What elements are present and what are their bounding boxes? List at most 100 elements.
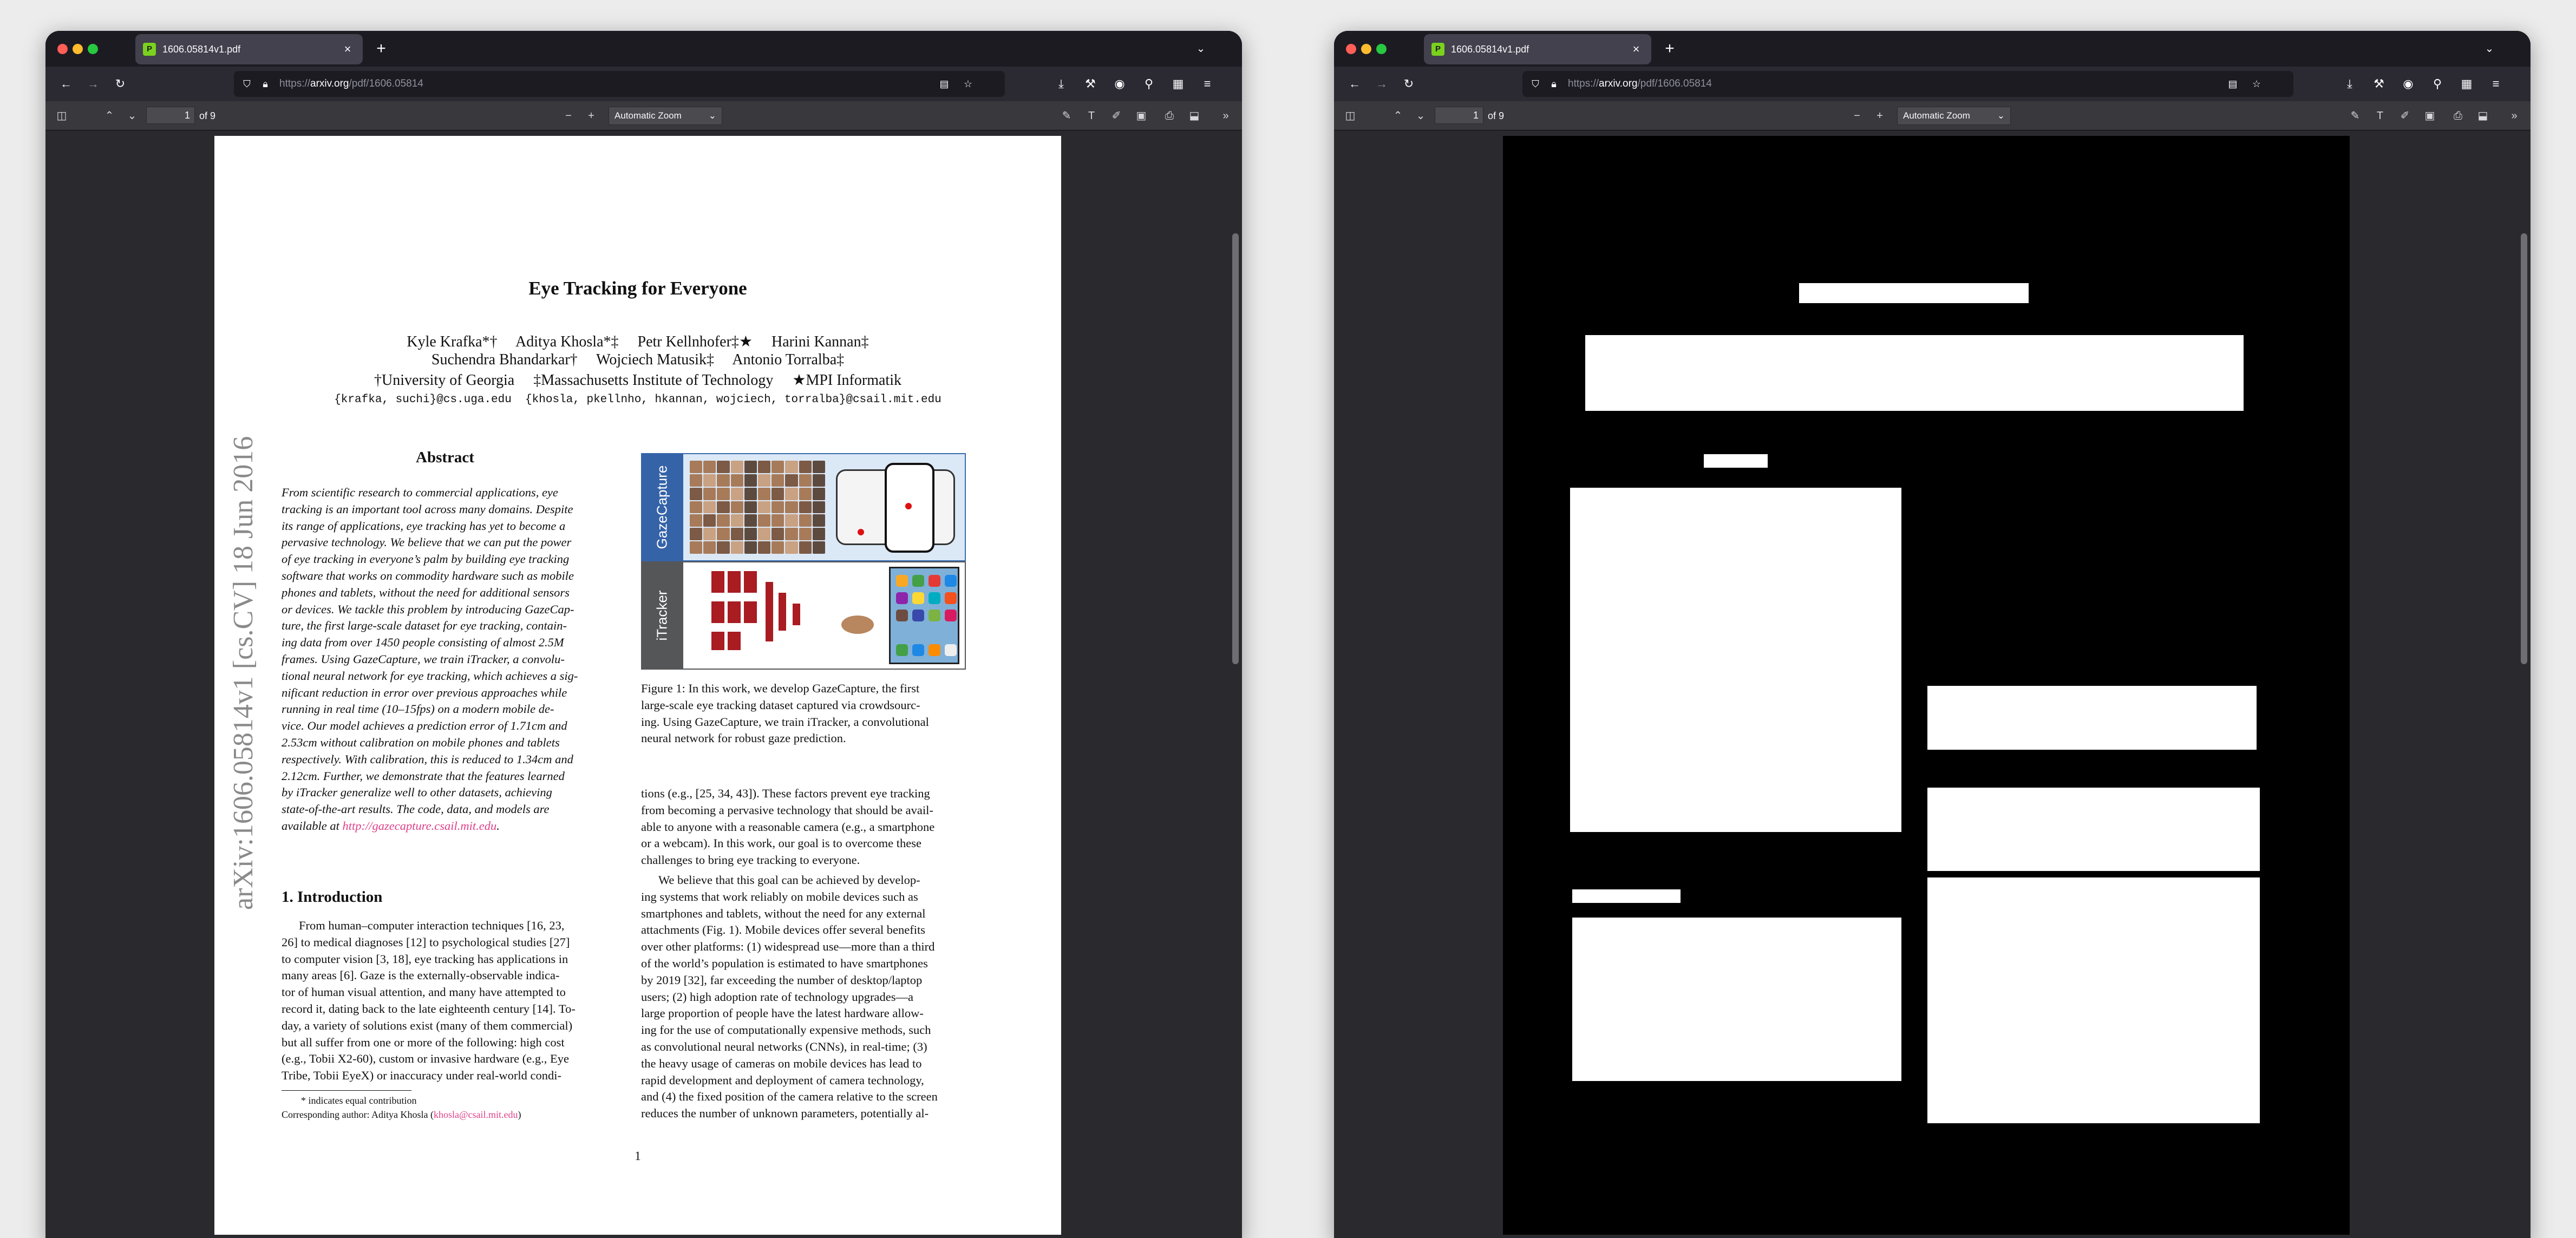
close-window-button[interactable]	[57, 44, 68, 54]
new-tab-button[interactable]: +	[372, 40, 390, 57]
more-tools-icon[interactable]: »	[1217, 107, 1234, 125]
url-bar[interactable]: ⛉ 🔒︎ https://arxiv.org/pdf/1606.05814 ▤ …	[1522, 71, 2293, 97]
zoom-select[interactable]: Automatic Zoom ⌄	[1897, 107, 2011, 125]
zoom-in-button[interactable]: +	[1871, 107, 1888, 125]
tab-list-chevron-icon[interactable]: ⌄	[1192, 40, 1209, 57]
network-diagram-image	[711, 571, 820, 663]
url-text[interactable]: https://arxiv.org/pdf/1606.05814	[279, 71, 423, 97]
lock-icon[interactable]: 🔒︎	[1547, 77, 1560, 90]
text-tool-icon[interactable]: T	[2371, 107, 2389, 125]
caption-line: large-scale eye tracking dataset capture…	[641, 698, 920, 712]
minimize-window-button[interactable]	[73, 44, 83, 54]
more-tools-icon[interactable]: »	[2506, 107, 2523, 125]
gazecapture-link[interactable]: http://gazecapture.csail.mit.edu	[342, 819, 496, 833]
extensions-icon[interactable]: ⚲	[1140, 75, 1158, 93]
back-arrow-icon[interactable]: ←	[1346, 75, 1363, 93]
zoom-out-button[interactable]: −	[1848, 107, 1866, 125]
new-tab-button[interactable]: +	[1661, 40, 1678, 57]
draw-tool-icon[interactable]: ✐	[2396, 107, 2414, 125]
tab-list-chevron-icon[interactable]: ⌄	[2481, 40, 2498, 57]
body-line: by 2019 [32], far exceeding the number o…	[641, 973, 923, 987]
downloads-icon[interactable]: ⤓	[2341, 75, 2358, 93]
bookmark-star-icon[interactable]: ☆	[962, 77, 975, 90]
previous-page-icon[interactable]: ⌃	[101, 107, 118, 125]
next-page-icon[interactable]: ⌄	[123, 107, 141, 125]
image-tool-icon[interactable]: ▣	[1133, 107, 1150, 125]
downloads-icon[interactable]: ⤓	[1052, 75, 1070, 93]
body-line: of the world’s population is estimated t…	[641, 956, 928, 970]
face-thumbnail	[758, 461, 771, 473]
browser-tab[interactable]: P 1606.05814v1.pdf ×	[135, 34, 363, 64]
sidebar-toggle-icon[interactable]: ◫	[53, 107, 70, 125]
tools-icon[interactable]: ⚒	[2370, 75, 2388, 93]
browser-tab[interactable]: P 1606.05814v1.pdf ×	[1424, 34, 1651, 64]
previous-page-icon[interactable]: ⌃	[1389, 107, 1407, 125]
zoom-select[interactable]: Automatic Zoom ⌄	[609, 107, 722, 125]
sidebar-toggle-icon[interactable]: ◫	[1342, 107, 1359, 125]
zoom-out-button[interactable]: −	[560, 107, 577, 125]
app-icon	[912, 575, 924, 587]
maximize-window-button[interactable]	[1376, 44, 1387, 54]
next-page-icon[interactable]: ⌄	[1412, 107, 1429, 125]
maximize-window-button[interactable]	[88, 44, 98, 54]
forward-arrow-icon[interactable]: →	[84, 75, 102, 93]
body-line: and (4) the fixed position of the camera…	[641, 1090, 938, 1104]
network-block	[728, 601, 741, 623]
footnote-suffix: )	[518, 1109, 521, 1120]
url-text[interactable]: https://arxiv.org/pdf/1606.05814	[1568, 71, 1712, 97]
face-thumbnail	[785, 501, 798, 514]
apps-grid-icon[interactable]: ▦	[1169, 75, 1187, 93]
body-line: ing for the use of computationally expen…	[641, 1023, 931, 1037]
url-bar[interactable]: ⛉ 🔒︎ https://arxiv.org/pdf/1606.05814 ▤ …	[234, 71, 1005, 97]
face-thumbnail	[690, 514, 703, 527]
reload-icon[interactable]: ↻	[112, 75, 129, 93]
face-thumbnail	[812, 474, 825, 487]
reload-icon[interactable]: ↻	[1400, 75, 1417, 93]
abstract-line: of eye tracking in everyone’s palm by bu…	[282, 552, 570, 566]
reader-view-icon[interactable]: ▤	[938, 77, 951, 90]
forward-arrow-icon[interactable]: →	[1373, 75, 1390, 93]
print-icon[interactable]: ⎙	[1161, 107, 1178, 125]
bookmark-star-icon[interactable]: ☆	[2250, 77, 2263, 90]
highlight-pen-icon[interactable]: ✎	[2346, 107, 2364, 125]
back-arrow-icon[interactable]: ←	[57, 75, 75, 93]
save-icon[interactable]: ⬓	[2474, 107, 2492, 125]
url-prefix: https://	[279, 78, 311, 89]
face-thumbnail	[799, 474, 812, 487]
tools-icon[interactable]: ⚒	[1082, 75, 1099, 93]
menu-icon[interactable]: ≡	[2487, 75, 2505, 93]
abstract-line: phones and tablets, without the need for…	[282, 585, 570, 599]
face-thumbnail	[812, 501, 825, 514]
pdf-viewer[interactable]	[1334, 130, 2531, 1238]
highlight-pen-icon[interactable]: ✎	[1058, 107, 1075, 125]
save-icon[interactable]: ⬓	[1186, 107, 1203, 125]
pdf-viewer[interactable]: Eye Tracking for Everyone Kyle Krafka*† …	[45, 130, 1242, 1238]
app-icon	[929, 610, 940, 621]
close-window-button[interactable]	[1346, 44, 1356, 54]
print-icon[interactable]: ⎙	[2449, 107, 2467, 125]
tab-close-icon[interactable]: ×	[340, 42, 355, 57]
corresponding-email-link[interactable]: khosla@csail.mit.edu	[434, 1109, 518, 1120]
gaze-dot	[858, 529, 864, 535]
lock-icon[interactable]: 🔒︎	[259, 77, 272, 90]
reader-view-icon[interactable]: ▤	[2226, 77, 2239, 90]
minimize-window-button[interactable]	[1361, 44, 1371, 54]
image-tool-icon[interactable]: ▣	[2421, 107, 2438, 125]
page-number-input[interactable]: 1	[146, 107, 195, 124]
zoom-in-button[interactable]: +	[583, 107, 600, 125]
account-icon[interactable]: ◉	[1111, 75, 1128, 93]
text-tool-icon[interactable]: T	[1083, 107, 1100, 125]
shield-icon[interactable]: ⛉	[240, 77, 253, 90]
face-thumbnail	[799, 487, 812, 500]
tab-close-icon[interactable]: ×	[1629, 42, 1644, 57]
apps-grid-icon[interactable]: ▦	[2458, 75, 2475, 93]
menu-icon[interactable]: ≡	[1199, 75, 1216, 93]
draw-tool-icon[interactable]: ✐	[1108, 107, 1125, 125]
page-number-input[interactable]: 1	[1435, 107, 1483, 124]
vertical-scrollbar[interactable]	[2521, 233, 2527, 664]
extensions-icon[interactable]: ⚲	[2429, 75, 2446, 93]
account-icon[interactable]: ◉	[2400, 75, 2417, 93]
vertical-scrollbar[interactable]	[1232, 233, 1239, 664]
shield-icon[interactable]: ⛉	[1529, 77, 1542, 90]
zoom-select-value: Automatic Zoom	[614, 110, 682, 121]
